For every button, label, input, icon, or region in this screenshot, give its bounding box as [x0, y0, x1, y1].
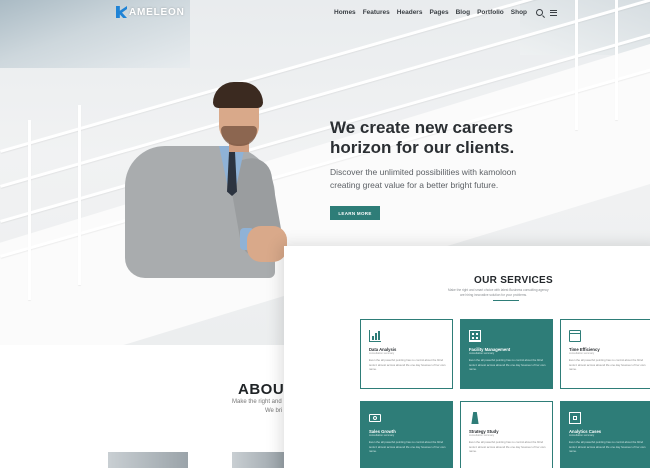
- about-text-line: We bri: [265, 408, 283, 414]
- nav-item-homes[interactable]: Homes: [334, 9, 356, 16]
- nav-item-portfolio[interactable]: Portfolio: [477, 9, 504, 16]
- menu-icon[interactable]: [550, 9, 558, 16]
- railing-post: [78, 105, 81, 285]
- building-icon: [469, 330, 481, 342]
- businessman-photo: [115, 78, 290, 278]
- service-card-subtitle: consultation summary: [469, 434, 495, 437]
- logo-k-icon: [116, 6, 127, 18]
- service-card-sales-growth[interactable]: Sales Growth consultation summary Even t…: [360, 401, 453, 468]
- services-title: OUR SERVICES: [474, 275, 553, 286]
- nav-item-headers[interactable]: Headers: [397, 9, 423, 16]
- service-card-subtitle: consultation summary: [469, 352, 495, 355]
- money-icon: [369, 414, 381, 422]
- learn-more-button[interactable]: LEARN MORE: [330, 206, 380, 220]
- service-card-body: Even the all powerful pointing has no co…: [569, 440, 646, 454]
- service-card-subtitle: consultation summary: [369, 434, 395, 437]
- services-description: Make the right and smart choice with lat…: [448, 288, 549, 292]
- service-card-subtitle: consultation summary: [369, 352, 395, 355]
- services-description: are hiring innovative solution for your …: [460, 293, 527, 297]
- lighthouse-icon: [471, 412, 479, 424]
- about-image: [108, 452, 188, 468]
- railing-post: [575, 0, 578, 130]
- about-text-line: Make the right and: [232, 399, 282, 405]
- service-card-body: Even the all powerful pointing has no co…: [469, 440, 546, 454]
- search-icon[interactable]: [536, 9, 544, 16]
- title-underline: [493, 300, 519, 301]
- nav-item-blog[interactable]: Blog: [456, 9, 470, 16]
- service-card-facility-management[interactable]: Facility Management consultation summary…: [460, 319, 553, 389]
- service-card-body: Even the all powerful pointing has no co…: [369, 440, 446, 454]
- main-nav: Homes Features Headers Pages Blog Portfo…: [334, 9, 558, 16]
- logo-text: AMELEON: [129, 6, 185, 18]
- nav-item-shop[interactable]: Shop: [511, 9, 527, 16]
- service-card-subtitle: consultation summary: [569, 352, 595, 355]
- about-image: [232, 452, 284, 468]
- service-card-body: Even the all powerful pointing has no co…: [569, 358, 646, 372]
- service-card-strategy-study[interactable]: Strategy Study consultation summary Even…: [460, 401, 553, 468]
- nav-item-features[interactable]: Features: [363, 9, 390, 16]
- services-panel: OUR SERVICES Make the right and smart ch…: [284, 246, 650, 468]
- service-card-time-efficiency[interactable]: Time Efficiency consultation summary Eve…: [560, 319, 650, 389]
- nav-item-pages[interactable]: Pages: [429, 9, 448, 16]
- service-card-subtitle: consultation summary: [569, 434, 595, 437]
- service-card-analytics-cases[interactable]: Analytics Cases consultation summary Eve…: [560, 401, 650, 468]
- railing-post: [615, 0, 618, 120]
- service-card-body: Even the all powerful pointing has no co…: [369, 358, 446, 372]
- logo[interactable]: AMELEON: [116, 6, 185, 18]
- service-card-body: Even the all powerful pointing has no co…: [469, 358, 546, 372]
- hero-subtitle: Discover the unlimited possibilities wit…: [330, 167, 517, 190]
- hero-title: We create new careers horizon for our cl…: [330, 118, 515, 157]
- railing-post: [28, 120, 31, 300]
- bar-chart-icon: [369, 330, 381, 342]
- service-card-data-analysis[interactable]: Data Analysis consultation summary Even …: [360, 319, 453, 389]
- box-icon: [569, 412, 581, 424]
- calendar-icon: [569, 330, 581, 342]
